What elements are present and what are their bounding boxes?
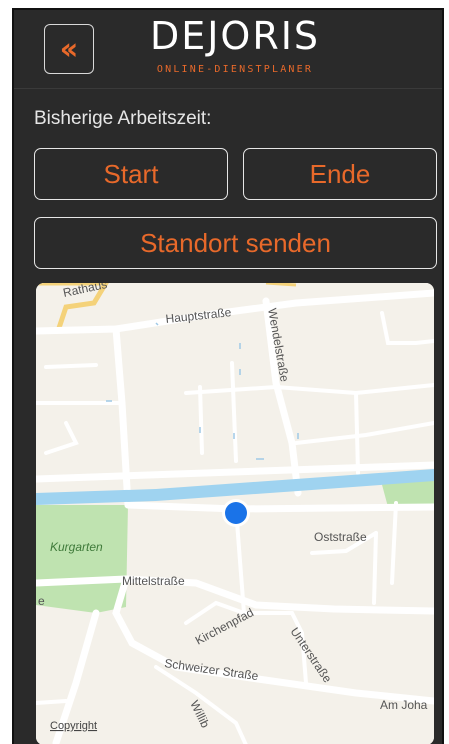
park-area [36,505,128,613]
street-label-edge-e: e [38,594,45,608]
back-button[interactable]: ‹‹ [44,24,94,74]
park-label-kurgarten: Kurgarten [50,540,103,554]
street-label-oststrasse: Oststraße [314,530,367,544]
street-label-am-joha: Am Joha [380,698,428,712]
end-button[interactable]: Ende [243,148,437,200]
work-time-label: Bisherige Arbeitszeit: [34,108,212,129]
double-chevron-left-icon: ‹‹ [59,31,79,67]
street-label-mittelstrasse: Mittelstraße [122,574,185,588]
logo-subtitle: ONLINE-DIENSTPLANER [156,64,314,75]
start-button[interactable]: Start [34,148,228,200]
current-location-icon [225,502,247,524]
map-copyright-link[interactable]: Copyright [50,720,97,732]
app-header: ‹‹ DEJORIS ONLINE-DIENSTPLANER [14,10,442,89]
logo: DEJORIS ONLINE-DIENSTPLANER [144,14,326,84]
logo-title: DEJORIS [149,14,321,58]
send-location-button[interactable]: Standort senden [34,217,437,269]
app-screen: ‹‹ DEJORIS ONLINE-DIENSTPLANER Bisherige… [12,8,444,744]
map-view[interactable]: Rathaus Hauptstraße Wendelstraße Oststra… [36,283,434,744]
map-canvas: Rathaus Hauptstraße Wendelstraße Oststra… [36,283,434,744]
